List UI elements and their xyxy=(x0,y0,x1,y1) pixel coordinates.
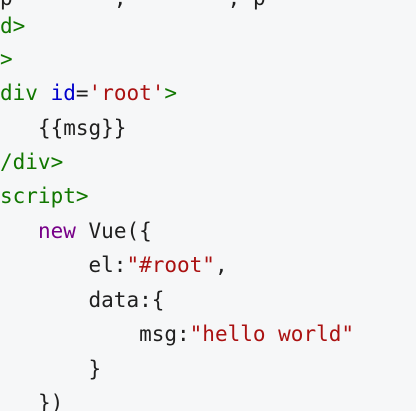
code-line: } xyxy=(0,352,416,386)
code-line: d> xyxy=(0,9,416,43)
code-line: script> xyxy=(0,179,416,213)
code-line: new Vue({ xyxy=(0,214,416,248)
code-line: el:"#root", xyxy=(0,248,416,282)
code-token: }) xyxy=(37,391,64,411)
code-token: = xyxy=(75,81,89,105)
code-viewport[interactable]: p , , pd>>div id='root'> {{msg}}/div>scr… xyxy=(0,0,416,411)
code-line: }) xyxy=(0,386,416,411)
code-line: div id='root'> xyxy=(0,76,416,110)
code-token: div xyxy=(0,81,38,105)
code-token: script> xyxy=(0,184,89,208)
code-line: /div> xyxy=(0,145,416,179)
code-token: > xyxy=(0,47,13,71)
code-line: msg:"hello world" xyxy=(0,317,416,351)
code-line: {{msg}} xyxy=(0,111,416,145)
code-line: data:{ xyxy=(0,283,416,317)
code-token: , xyxy=(214,253,228,277)
code-token: id xyxy=(50,81,76,105)
code-token: el: xyxy=(88,253,127,277)
code-token: new xyxy=(37,219,76,243)
code-token: } xyxy=(88,357,102,381)
code-token: /div> xyxy=(0,150,64,174)
code-token: d> xyxy=(0,14,26,38)
code-token: msg: xyxy=(139,322,190,346)
code-token: "#root" xyxy=(126,253,215,277)
code-line: > xyxy=(0,42,416,76)
code-token: {{msg}} xyxy=(37,116,127,140)
code-token: "hello world" xyxy=(189,322,355,346)
code-token: data:{ xyxy=(88,288,165,312)
code-token: 'root' xyxy=(88,81,165,105)
code-token: > xyxy=(164,81,178,105)
code-token: Vue({ xyxy=(88,219,152,243)
